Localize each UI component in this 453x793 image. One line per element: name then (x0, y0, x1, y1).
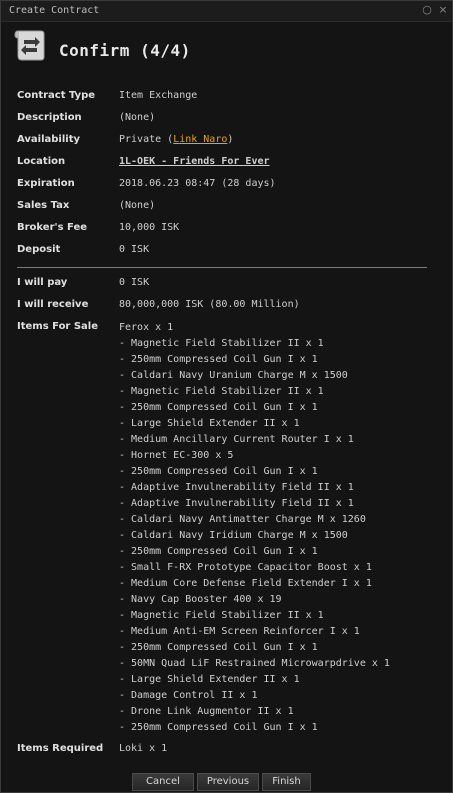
list-item: - Navy Cap Booster 400 x 19 (119, 594, 282, 605)
list-item: - Medium Core Defense Field Extender I x… (119, 578, 372, 589)
title-bar[interactable]: Create Contract ○ × (1, 1, 452, 22)
items-for-sale-list: Ferox x 1 - Magnetic Field Stabilizer II… (119, 321, 390, 737)
list-item: - 250mm Compressed Coil Gun I x 1 (119, 722, 318, 733)
contract-type-row: Contract Type Item Exchange (17, 90, 437, 106)
sales-tax-row: Sales Tax (None) (17, 200, 437, 216)
items-required-label: Items Required (17, 743, 104, 754)
list-item: - Hornet EC-300 x 5 (119, 450, 234, 461)
list-item: - 250mm Compressed Coil Gun I x 1 (119, 466, 318, 477)
list-item: - Drone Link Augmentor II x 1 (119, 706, 294, 717)
availability-character-link[interactable]: Link Naro (173, 134, 227, 145)
list-item: - Medium Anti-EM Screen Reinforcer I x 1 (119, 626, 360, 637)
list-item: - Small F-RX Prototype Capacitor Boost x… (119, 562, 372, 573)
location-link[interactable]: 1L-OEK - Friends For Ever (119, 156, 270, 167)
list-item: - Caldari Navy Iridium Charge M x 1500 (119, 530, 348, 541)
availability-prefix: Private ( (119, 134, 174, 145)
expiration-label: Expiration (17, 178, 75, 189)
contract-scroll-icon (14, 30, 45, 61)
create-contract-window: Create Contract ○ × Confirm (4/4) Contra… (0, 0, 453, 793)
i-will-pay-row: I will pay 0 ISK (17, 277, 437, 293)
description-label: Description (17, 112, 82, 123)
availability-row: Availability Private (Link Naro) (17, 134, 437, 150)
i-will-pay-label: I will pay (17, 277, 68, 288)
description-value: (None) (119, 112, 156, 123)
minimize-icon[interactable]: ○ (421, 4, 433, 16)
contract-type-value: Item Exchange (119, 90, 198, 101)
location-row: Location 1L-OEK - Friends For Ever (17, 156, 437, 172)
list-item: - Adaptive Invulnerability Field II x 1 (119, 498, 354, 509)
close-icon[interactable]: × (437, 4, 449, 16)
list-item: - Caldari Navy Antimatter Charge M x 126… (119, 514, 366, 525)
sales-tax-value: (None) (119, 200, 156, 211)
button-bar: Cancel Previous Finish (1, 773, 452, 791)
items-required-value: Loki x 1 (119, 743, 168, 754)
deposit-row: Deposit 0 ISK (17, 244, 437, 260)
list-item: - 250mm Compressed Coil Gun I x 1 (119, 546, 318, 557)
expiration-row: Expiration 2018.06.23 08:47 (28 days) (17, 178, 437, 194)
brokers-fee-row: Broker's Fee 10,000 ISK (17, 222, 437, 238)
list-item: - 250mm Compressed Coil Gun I x 1 (119, 402, 318, 413)
list-item: - 50MN Quad LiF Restrained Microwarpdriv… (119, 658, 390, 669)
window-title: Create Contract (9, 5, 100, 16)
list-item: - 250mm Compressed Coil Gun I x 1 (119, 642, 318, 653)
i-will-receive-value: 80,000,000 ISK (80.00 Million) (119, 299, 300, 310)
list-item: Ferox x 1 (119, 322, 174, 333)
list-item: - 250mm Compressed Coil Gun I x 1 (119, 354, 318, 365)
list-item: - Caldari Navy Uranium Charge M x 1500 (119, 370, 348, 381)
list-item: - Magnetic Field Stabilizer II x 1 (119, 338, 324, 349)
items-required-row: Items Required Loki x 1 (17, 743, 437, 759)
list-item: - Large Shield Extender II x 1 (119, 418, 300, 429)
description-row: Description (None) (17, 112, 437, 128)
expiration-value: 2018.06.23 08:47 (28 days) (119, 178, 276, 189)
contract-type-label: Contract Type (17, 90, 96, 101)
section-divider (17, 267, 427, 268)
page-title: Confirm (4/4) (59, 41, 191, 60)
list-item: - Magnetic Field Stabilizer II x 1 (119, 610, 324, 621)
list-item: - Adaptive Invulnerability Field II x 1 (119, 482, 354, 493)
finish-button[interactable]: Finish (262, 773, 311, 791)
list-item: - Large Shield Extender II x 1 (119, 674, 300, 685)
availability-label: Availability (17, 134, 80, 145)
availability-value: Private (Link Naro) (119, 134, 233, 145)
brokers-fee-value: 10,000 ISK (119, 222, 180, 233)
wizard-header: Confirm (4/4) (1, 22, 452, 72)
list-item: - Magnetic Field Stabilizer II x 1 (119, 386, 324, 397)
i-will-receive-row: I will receive 80,000,000 ISK (80.00 Mil… (17, 299, 437, 315)
cancel-button[interactable]: Cancel (132, 773, 194, 791)
availability-suffix: ) (227, 134, 234, 145)
i-will-pay-value: 0 ISK (119, 277, 150, 288)
i-will-receive-label: I will receive (17, 299, 89, 310)
items-for-sale-label: Items For Sale (17, 321, 99, 332)
previous-button[interactable]: Previous (197, 773, 259, 791)
deposit-label: Deposit (17, 244, 61, 255)
list-item: - Damage Control II x 1 (119, 690, 258, 701)
location-label: Location (17, 156, 66, 167)
sales-tax-label: Sales Tax (17, 200, 70, 211)
deposit-value: 0 ISK (119, 244, 150, 255)
brokers-fee-label: Broker's Fee (17, 222, 88, 233)
list-item: - Medium Ancillary Current Router I x 1 (119, 434, 354, 445)
